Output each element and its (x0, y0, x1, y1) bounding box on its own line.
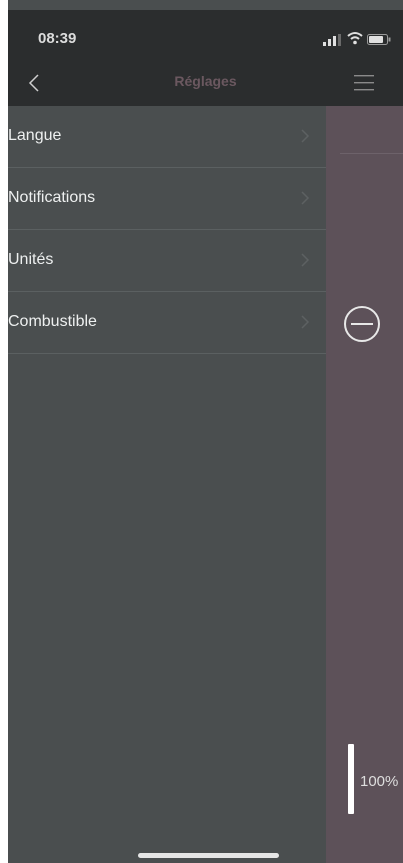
settings-item-langue[interactable]: Langue (8, 106, 326, 168)
settings-item-label: Unités (8, 251, 54, 268)
app-screen: 08:39 Réglages Langue Notifications Unit… (8, 0, 403, 863)
minus-circle-icon[interactable] (344, 306, 380, 342)
navigation-bar: Réglages (8, 58, 403, 106)
wifi-icon (347, 32, 363, 45)
status-time: 08:39 (38, 30, 77, 47)
level-indicator[interactable] (348, 744, 354, 814)
battery-icon (367, 34, 391, 45)
settings-item-notifications[interactable]: Notifications (8, 168, 326, 230)
background-control-panel: 100% (326, 106, 403, 863)
chevron-right-icon (301, 191, 310, 205)
settings-item-label: Langue (8, 127, 62, 144)
divider (340, 153, 403, 154)
home-indicator[interactable] (138, 853, 279, 858)
chevron-right-icon (301, 315, 310, 329)
chevron-right-icon (301, 253, 310, 267)
chevron-right-icon (301, 129, 310, 143)
status-bar: 08:39 (8, 10, 403, 58)
settings-item-unites[interactable]: Unités (8, 230, 326, 292)
level-value: 100% (360, 773, 399, 790)
settings-item-combustible[interactable]: Combustible (8, 292, 326, 354)
page-title: Réglages (174, 73, 237, 89)
settings-menu: Langue Notifications Unités Combustible (8, 106, 326, 354)
settings-item-label: Combustible (8, 313, 97, 330)
settings-item-label: Notifications (8, 189, 96, 206)
hamburger-menu-icon[interactable] (352, 72, 376, 94)
signal-icon (323, 34, 341, 46)
